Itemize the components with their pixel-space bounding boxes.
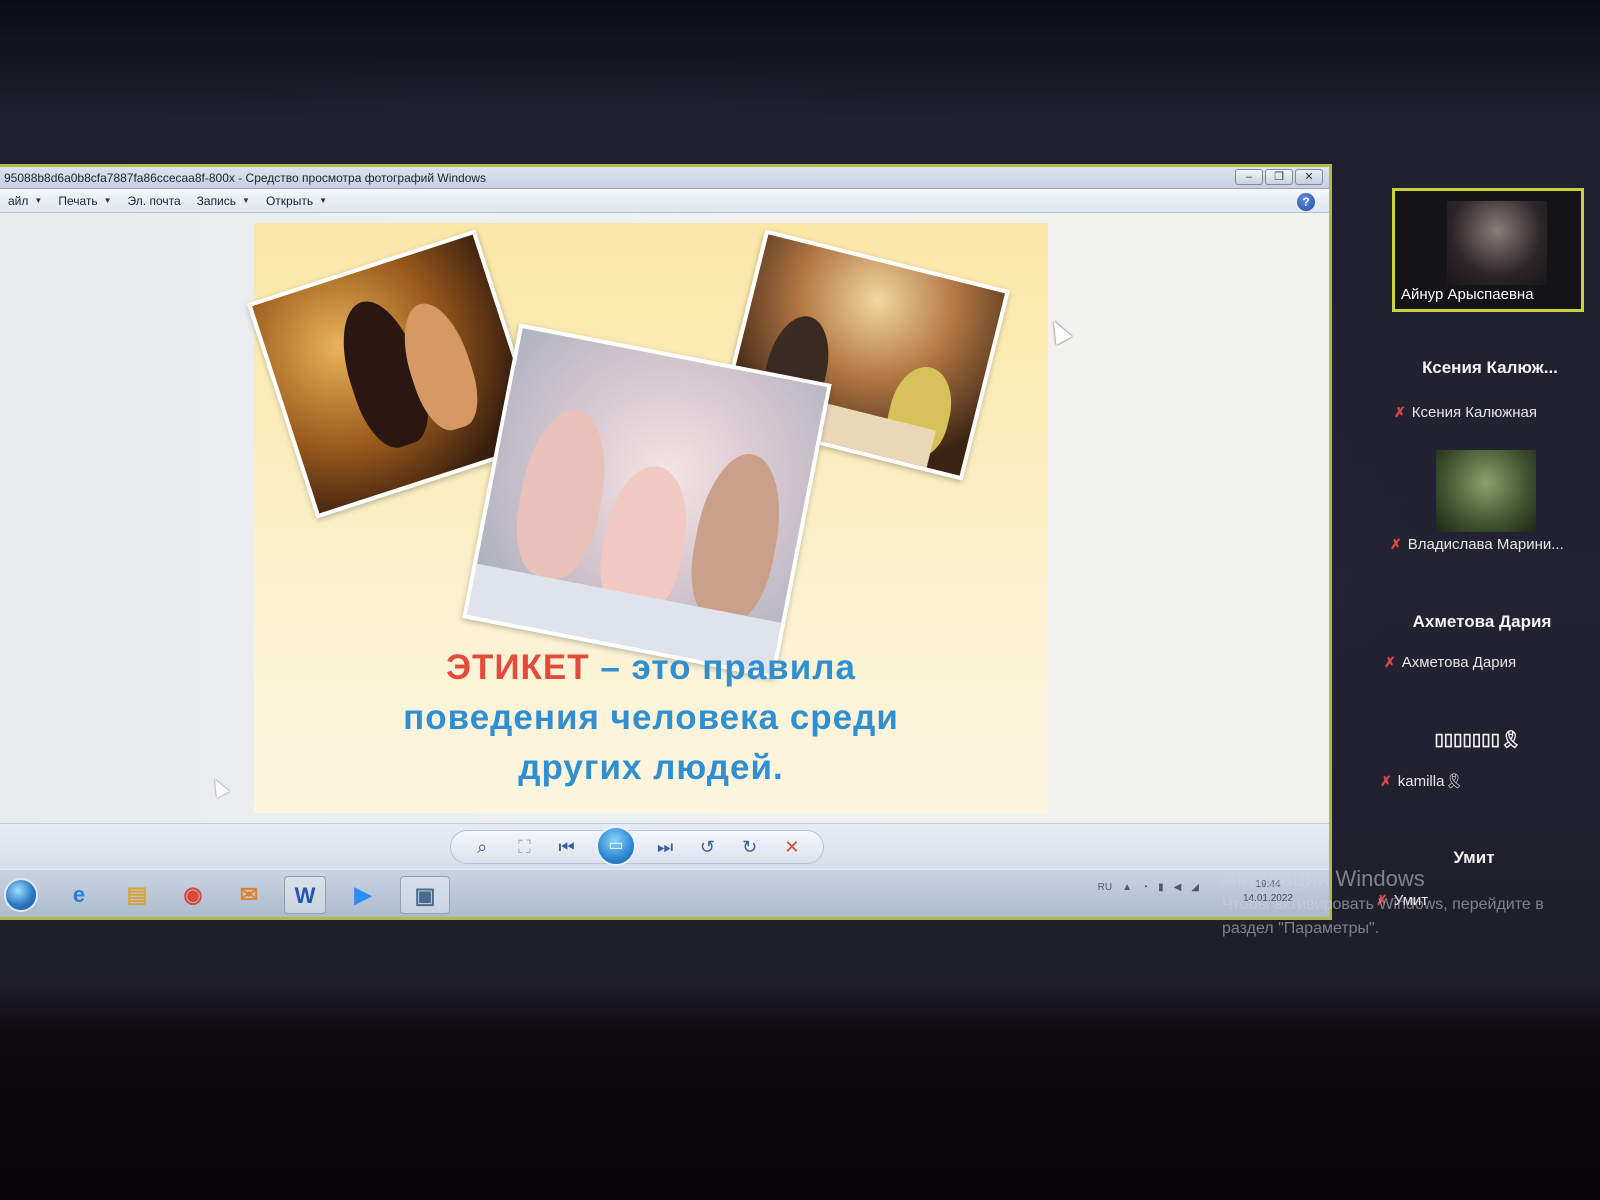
chevron-down-icon: ▼	[319, 196, 327, 205]
slide-term: ЭТИКЕТ	[446, 648, 590, 687]
control-group: ⌕ ⛶ ⏮ ▭ ⏭ ↺ ↻ ✕	[450, 826, 824, 866]
folder-icon[interactable]: ▤	[116, 876, 158, 914]
word-icon[interactable]: W	[284, 876, 326, 914]
mic-muted-icon: ✗	[1384, 654, 1396, 670]
rotate-right-icon[interactable]: ↻	[737, 837, 763, 858]
participant-display-name: Ахметова Дария	[1412, 612, 1552, 631]
menu-open[interactable]: Открыть ▼	[258, 194, 335, 208]
mic-muted-icon: ✗	[1380, 772, 1392, 789]
outlook-icon[interactable]: ✉	[228, 876, 270, 914]
participant-label[interactable]: ✗ Ксения Калюжная	[1394, 404, 1537, 421]
chevron-down-icon: ▼	[34, 196, 43, 205]
maximize-button[interactable]: ❐	[1265, 169, 1293, 185]
taskbar: e ▤ ◉ ✉ W ▶ ▣ RU ▲ ◔ ▮ ◀ ◢ 19:44 14.01.2…	[0, 869, 1329, 917]
start-button[interactable]	[4, 878, 38, 912]
system-tray: RU ▲ ◔ ▮ ◀ ◢	[1098, 882, 1199, 893]
photo-viewer-window: 95088b8d6a0b8cfa7887fa86ccecaa8f-800x - …	[0, 164, 1332, 920]
signal-icon[interactable]: ◢	[1191, 882, 1199, 893]
rotate-left-icon[interactable]: ↺	[694, 837, 720, 858]
close-button[interactable]: ✕	[1295, 169, 1323, 185]
zoom-icon[interactable]: ▶	[342, 876, 384, 914]
language-indicator[interactable]: RU	[1098, 882, 1112, 893]
volume-icon[interactable]: ◀	[1174, 882, 1182, 893]
menu-print[interactable]: Печать ▼	[50, 194, 119, 208]
watermark-line-2: раздел "Параметры".	[1222, 920, 1380, 937]
menu-email-label: Эл. почта	[127, 193, 181, 208]
slide-line-1-rest: – это правила	[589, 648, 856, 687]
participants-panel: Айнур Арыспаевна Ксения Калюж... ✗ Ксени…	[1376, 180, 1600, 940]
title-bar[interactable]: 95088b8d6a0b8cfa7887fa86ccecaa8f-800x - …	[0, 167, 1329, 189]
network-icon[interactable]: ◔	[1142, 882, 1148, 893]
minimize-button[interactable]: ‒	[1235, 169, 1263, 185]
photo-viewer-icon[interactable]: ▣	[400, 876, 450, 914]
watermark-title: Активация Windows	[1222, 866, 1425, 891]
battery-icon[interactable]: ▮	[1158, 882, 1164, 893]
next-icon[interactable]: ⏭	[652, 837, 678, 858]
participant-display-name: ▯▯▯▯▯▯▯🎗	[1434, 730, 1522, 749]
menu-email[interactable]: Эл. почта	[120, 194, 189, 208]
participant-display-name: Умит	[1453, 848, 1495, 867]
zoom-icon[interactable]: ⌕	[469, 837, 495, 858]
mic-muted-icon: ✗	[1390, 536, 1402, 552]
slide-line-1: ЭТИКЕТ – это правила	[294, 643, 1008, 693]
previous-icon[interactable]: ⏮	[554, 837, 580, 858]
actual-size-icon[interactable]: ⛶	[511, 837, 537, 858]
active-speaker-tile[interactable]: Айнур Арыспаевна	[1392, 188, 1584, 312]
slide-image: ЭТИКЕТ – это правила поведения человека …	[246, 223, 1048, 813]
participant-video	[1436, 450, 1536, 532]
menu-open-label: Открыть	[265, 193, 314, 208]
internet-explorer-icon[interactable]: e	[58, 876, 100, 914]
slide-definition-text: ЭТИКЕТ – это правила поведения человека …	[294, 643, 1008, 793]
window-controls: ‒ ❐ ✕	[1235, 169, 1323, 185]
menu-burn[interactable]: Запись ▼	[189, 194, 258, 208]
participant-name: Айнур Арыспаевна	[1401, 286, 1534, 303]
participant-display-name: Ксения Калюж...	[1422, 358, 1558, 377]
participant-label[interactable]: ✗ Ахметова Дария	[1384, 654, 1516, 671]
mic-muted-icon: ✗	[1394, 404, 1406, 420]
participant-name: Ахметова Дария	[1401, 654, 1517, 671]
delete-icon[interactable]: ✕	[779, 837, 805, 858]
help-icon[interactable]: ?	[1297, 193, 1315, 211]
participant-name: Ксения Калюжная	[1411, 404, 1537, 421]
participant-name: Владислава Марини...	[1407, 536, 1564, 553]
slideshow-button[interactable]: ▭	[595, 826, 636, 866]
activation-watermark: Активация Windows Чтобы активировать Win…	[1222, 866, 1544, 940]
slide-line-3: других людей.	[518, 748, 784, 787]
menu-burn-label: Запись	[196, 193, 237, 208]
menu-bar: айл ▼ Печать ▼ Эл. почта Запись ▼ Открыт…	[0, 189, 1329, 213]
watermark-line-1: Чтобы активировать Windows, перейдите в	[1222, 896, 1544, 913]
menu-print-label: Печать	[58, 193, 98, 208]
chevron-down-icon: ▼	[242, 196, 250, 205]
viewer-controls: ⌕ ⛶ ⏮ ▭ ⏭ ↺ ↻ ✕	[0, 823, 1329, 869]
chrome-icon[interactable]: ◉	[172, 876, 214, 914]
participant-name: kamilla🎗	[1397, 773, 1464, 790]
girls-tea-party-photo	[462, 323, 832, 679]
menu-file-label: айл	[8, 193, 29, 208]
window-title: 95088b8d6a0b8cfa7887fa86ccecaa8f-800x - …	[4, 170, 487, 185]
chevron-up-icon[interactable]: ▲	[1122, 882, 1132, 893]
menu-file[interactable]: айл ▼	[0, 194, 50, 208]
participant-label[interactable]: ✗ Владислава Марини...	[1390, 536, 1564, 553]
chevron-down-icon: ▼	[103, 196, 112, 205]
participant-video	[1447, 201, 1547, 285]
slide-line-2: поведения человека среди	[403, 698, 899, 737]
participant-label[interactable]: ✗ kamilla🎗	[1380, 772, 1464, 791]
image-canvas: ЭТИКЕТ – это правила поведения человека …	[0, 213, 1329, 823]
